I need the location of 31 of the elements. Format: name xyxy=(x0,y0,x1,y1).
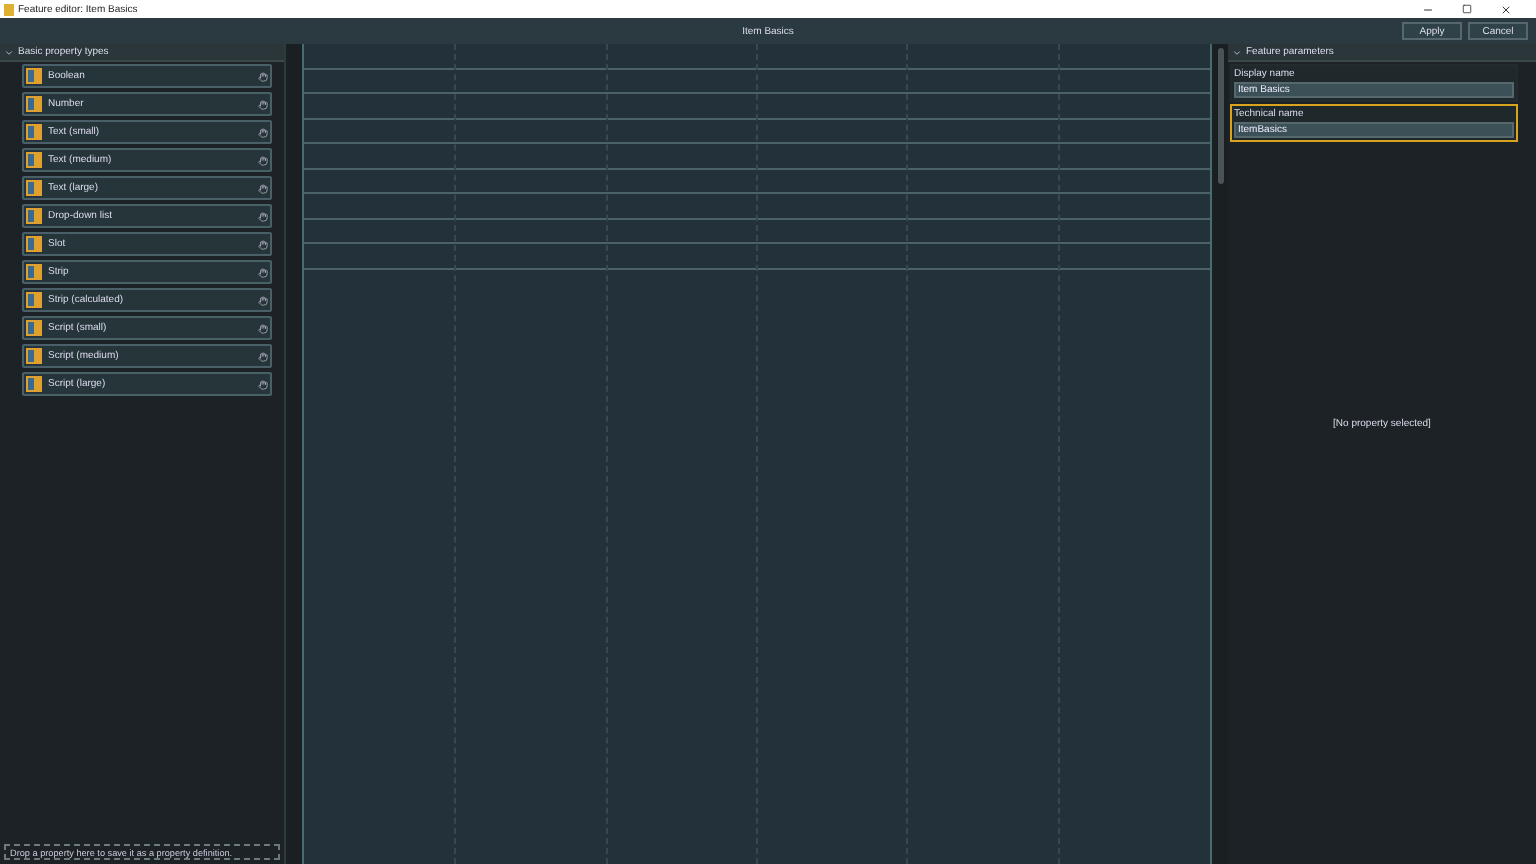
close-icon[interactable] xyxy=(1500,3,1512,15)
hand-icon xyxy=(258,239,268,249)
property-type-icon xyxy=(26,152,42,168)
chevron-icon xyxy=(1232,47,1242,57)
minimize-icon[interactable] xyxy=(1422,3,1434,15)
app-icon xyxy=(4,3,14,15)
property-type-icon xyxy=(26,96,42,112)
hand-icon xyxy=(258,99,268,109)
property-type-icon xyxy=(26,320,42,336)
hand-icon xyxy=(258,127,268,137)
hand-icon xyxy=(258,295,268,305)
hand-icon xyxy=(258,155,268,165)
chevron-icon xyxy=(4,47,14,57)
property-type-icon xyxy=(26,180,42,196)
property-type-icon xyxy=(26,236,42,252)
property-type-icon xyxy=(26,208,42,224)
property-type-icon xyxy=(26,124,42,140)
hand-icon xyxy=(258,379,268,389)
hand-icon xyxy=(258,71,268,81)
maximize-icon[interactable] xyxy=(1462,3,1472,13)
property-type-icon xyxy=(26,68,42,84)
hand-icon xyxy=(258,211,268,221)
property-type-icon xyxy=(26,264,42,280)
property-type-icon xyxy=(26,348,42,364)
hand-icon xyxy=(258,183,268,193)
hand-icon xyxy=(258,351,268,361)
hand-icon xyxy=(258,323,268,333)
hand-icon xyxy=(258,267,268,277)
property-type-icon xyxy=(26,376,42,392)
property-type-icon xyxy=(26,292,42,308)
scrollbar-thumb[interactable] xyxy=(1217,48,1223,184)
